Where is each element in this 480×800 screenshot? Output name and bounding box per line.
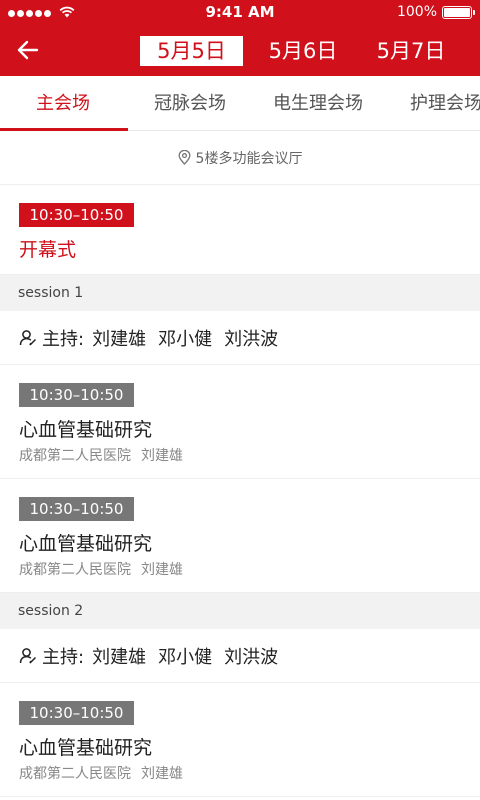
battery-icon <box>442 5 475 19</box>
host-name: 刘洪波 <box>224 646 279 668</box>
time-badge: 10:30–10:50 <box>19 701 134 725</box>
date-tab-may-6[interactable]: 5月6日 <box>258 36 348 66</box>
back-button[interactable] <box>12 36 44 64</box>
venue-tab-bar: 主会场 冠脉会场 电生理会场 护理会场 <box>0 76 480 131</box>
talk-title: 心血管基础研究 <box>19 419 153 441</box>
host-person-icon <box>19 329 37 346</box>
host-name: 邓小健 <box>158 328 213 350</box>
speaker-name: 刘建雄 <box>141 448 183 464</box>
battery-indicator: 100% <box>396 4 475 20</box>
battery-percent: 100% <box>396 4 437 20</box>
speaker-hospital: 成都第二人民医院 <box>19 766 131 782</box>
app-header: 5月5日 5月6日 5月7日 <box>0 24 480 76</box>
talk-speaker-info: 成都第二人民医院 刘建雄 <box>19 445 193 465</box>
time-badge: 10:30–10:50 <box>19 203 134 227</box>
host-person-icon <box>19 647 37 664</box>
time-badge: 10:30–10:50 <box>19 383 134 407</box>
talk-title: 心血管基础研究 <box>19 533 153 555</box>
session-header: session 1 <box>0 275 480 311</box>
tab-nursing-venue[interactable]: 护理会场 <box>410 76 480 130</box>
session-hosts-row: 主持: 刘建雄 邓小健 刘洪波 <box>0 311 480 365</box>
status-bar: 9:41 AM 100% <box>0 0 480 24</box>
talk-item[interactable]: 10:30–10:50 心血管基础研究 成都第二人民医院 刘建雄 <box>0 365 480 479</box>
arrow-left-icon <box>17 40 39 60</box>
speaker-hospital: 成都第二人民医院 <box>19 448 131 464</box>
session-header: session 2 <box>0 593 480 629</box>
opening-title: 开幕式 <box>19 239 77 261</box>
talk-speaker-info: 成都第二人民医院 刘建雄 <box>19 559 193 579</box>
location-pin-icon <box>178 150 190 165</box>
host-name: 邓小健 <box>158 646 213 668</box>
session-hosts-row: 主持: 刘建雄 邓小健 刘洪波 <box>0 629 480 683</box>
tab-electrophysiology-venue[interactable]: 电生理会场 <box>273 76 363 130</box>
tab-main-venue[interactable]: 主会场 <box>36 76 90 130</box>
time-badge: 10:30–10:50 <box>19 497 134 521</box>
location-row: 5楼多功能会议厅 <box>0 131 480 185</box>
speaker-hospital: 成都第二人民医院 <box>19 562 131 578</box>
date-tab-may-7[interactable]: 5月7日 <box>366 36 456 66</box>
tab-coronary-venue[interactable]: 冠脉会场 <box>154 76 226 130</box>
host-name: 刘建雄 <box>92 646 147 668</box>
host-label: 主持: <box>42 646 85 668</box>
location-text: 5楼多功能会议厅 <box>195 150 303 167</box>
talk-speaker-info: 成都第二人民医院 刘建雄 <box>19 763 193 783</box>
speaker-name: 刘建雄 <box>141 766 183 782</box>
date-tab-may-5[interactable]: 5月5日 <box>140 36 243 66</box>
opening-ceremony-item[interactable]: 10:30–10:50 开幕式 <box>0 185 480 275</box>
talk-item[interactable]: 10:30–10:50 心血管基础研究 成都第二人民医院 刘建雄 <box>0 479 480 593</box>
host-name: 刘洪波 <box>224 328 279 350</box>
speaker-name: 刘建雄 <box>141 562 183 578</box>
talk-item[interactable]: 10:30–10:50 心血管基础研究 成都第二人民医院 刘建雄 <box>0 683 480 797</box>
talk-title: 心血管基础研究 <box>19 737 153 759</box>
host-name: 刘建雄 <box>92 328 147 350</box>
host-label: 主持: <box>42 328 85 350</box>
